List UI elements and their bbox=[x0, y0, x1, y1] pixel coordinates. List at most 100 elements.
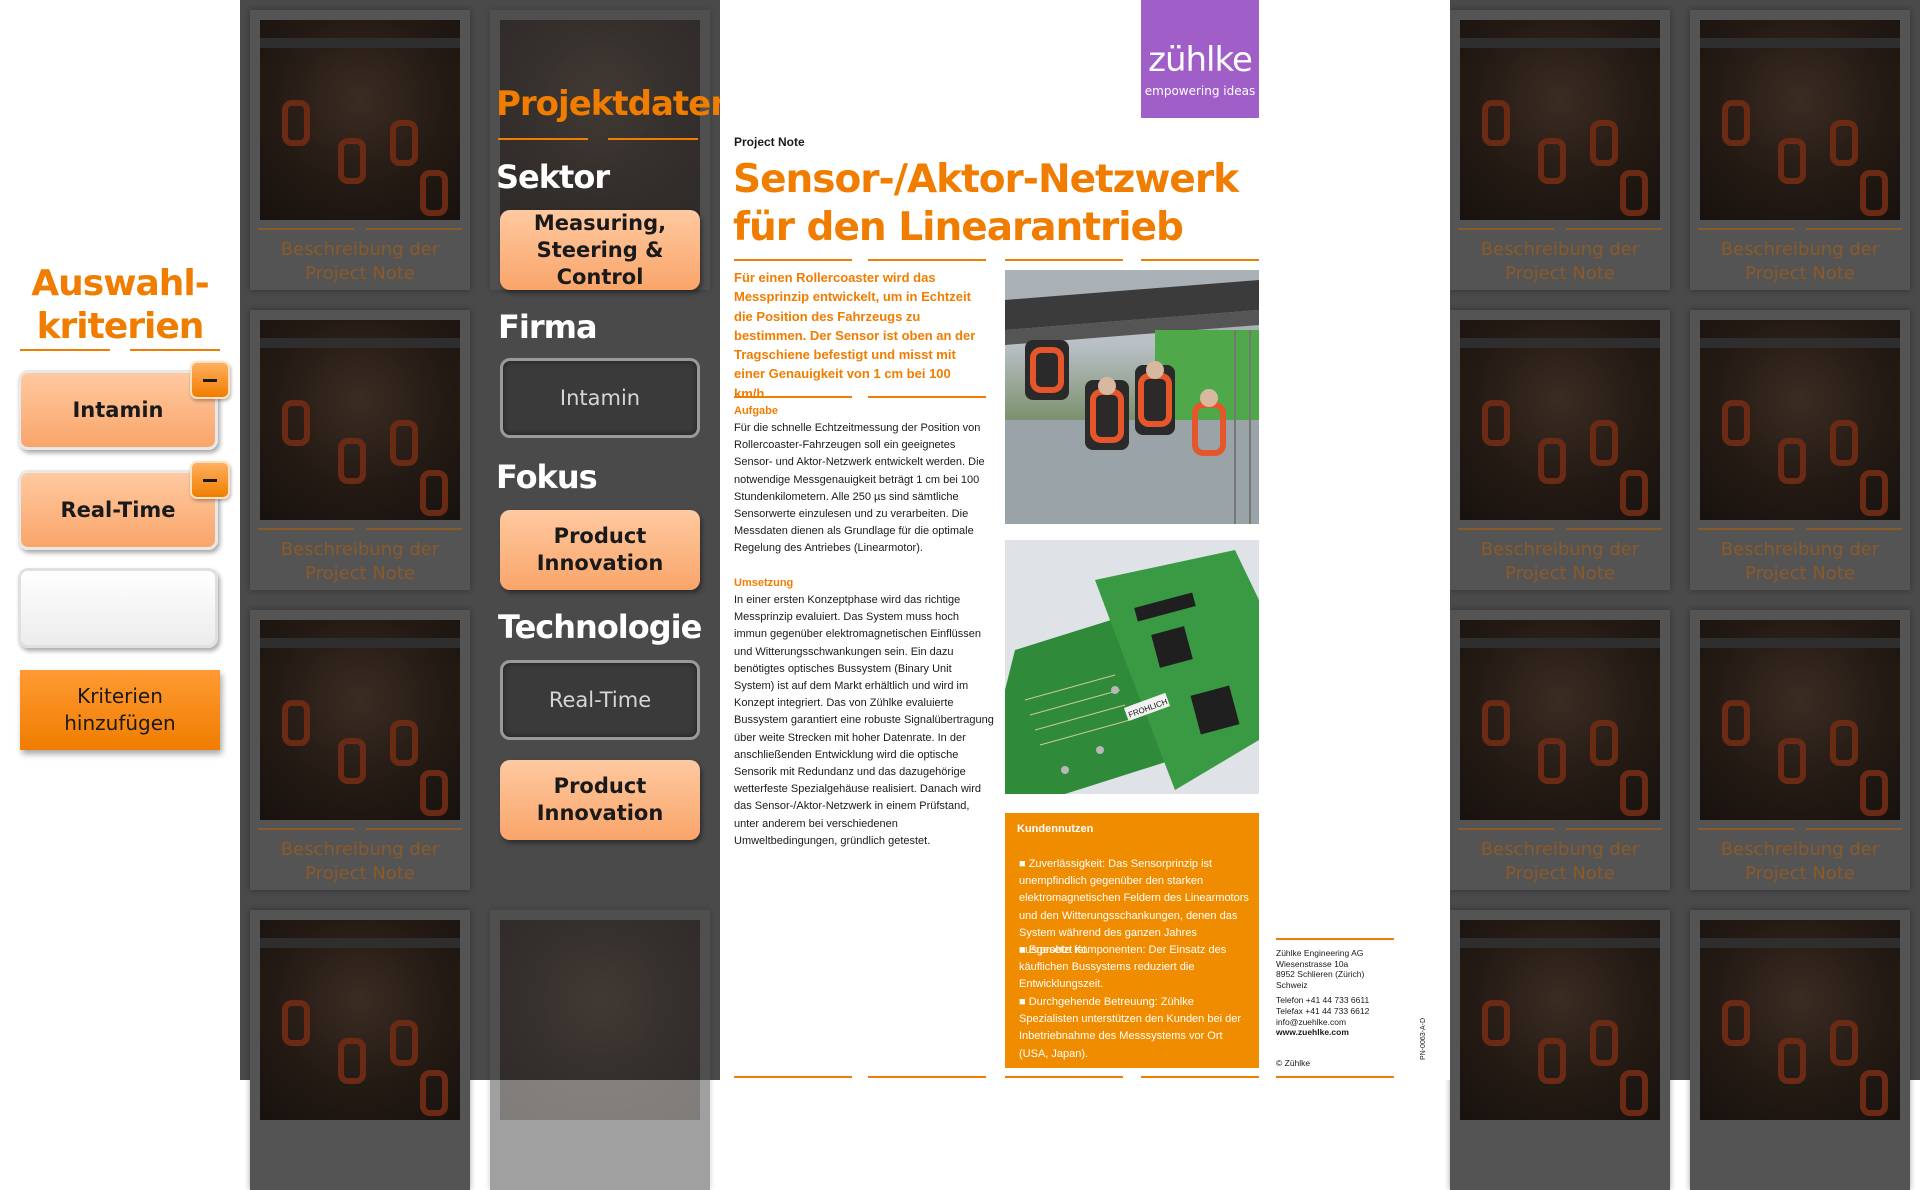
tile-caption-line2: Project Note bbox=[305, 863, 415, 884]
remove-criterion-real-time-button[interactable] bbox=[190, 461, 230, 499]
minus-icon bbox=[203, 478, 217, 482]
umsetzung-heading: Umsetzung bbox=[734, 577, 794, 589]
tile-rule bbox=[1698, 828, 1794, 830]
address-company: Zühlke Engineering AG bbox=[1276, 948, 1364, 958]
criterion-label: Real-Time bbox=[60, 498, 176, 522]
project-thumbnail bbox=[1460, 920, 1660, 1120]
project-tile[interactable]: Beschreibung derProject Note bbox=[1450, 910, 1670, 1190]
tile-caption: Beschreibung der Project Note bbox=[250, 238, 470, 286]
tile-rule bbox=[366, 528, 462, 530]
doc-rule bbox=[734, 259, 852, 261]
doc-rule bbox=[1005, 1076, 1123, 1078]
empty-criterion-slot[interactable] bbox=[18, 568, 218, 648]
focus-value-button[interactable]: Product Innovation bbox=[500, 510, 700, 590]
criteria-panel: Auswahl- kriterien Intamin Real-Time Kri… bbox=[0, 0, 240, 1080]
criterion-intamin[interactable]: Intamin bbox=[18, 370, 218, 450]
document-code: PN-0063-A-D bbox=[1420, 1017, 1427, 1060]
company-value-button[interactable]: Intamin bbox=[500, 358, 700, 438]
kundennutzen-item-text: Durchgehende Betreuung: Zühlke Spezialis… bbox=[1019, 996, 1241, 1060]
circuit-board-photo: FROHLICH bbox=[1005, 540, 1259, 794]
tile-caption-line1: Beschreibung der bbox=[1480, 239, 1640, 260]
project-thumbnail bbox=[1460, 320, 1660, 520]
address-country: Schweiz bbox=[1276, 979, 1308, 990]
doc-rule bbox=[1005, 259, 1123, 261]
kundennutzen-item: ■ Durchgehende Betreuung: Zühlke Spezial… bbox=[1019, 994, 1251, 1063]
bullet-icon: ■ bbox=[1019, 858, 1029, 870]
sector-value-button[interactable]: Measuring, Steering & Control bbox=[500, 210, 700, 290]
bullet-icon: ■ bbox=[1019, 996, 1029, 1008]
project-tile[interactable]: Beschreibung derProject Note bbox=[250, 610, 470, 890]
project-thumbnail bbox=[260, 320, 460, 520]
add-button-line2: hinzufügen bbox=[64, 711, 176, 735]
rollercoaster-illustration bbox=[1005, 270, 1259, 524]
add-criteria-button[interactable]: Kriterien hinzufügen bbox=[20, 670, 220, 750]
criterion-real-time[interactable]: Real-Time bbox=[18, 470, 218, 550]
project-tile[interactable]: Beschreibung derProject Note bbox=[1450, 310, 1670, 590]
tile-rule bbox=[1806, 528, 1902, 530]
project-thumbnail bbox=[260, 920, 460, 1120]
project-tile[interactable]: Beschreibung derProject Note bbox=[250, 310, 470, 590]
criteria-heading-line1: Auswahl- bbox=[31, 263, 209, 304]
criteria-heading: Auswahl- kriterien bbox=[20, 262, 220, 348]
focus-value: Product Innovation bbox=[536, 524, 664, 575]
project-tile[interactable]: Beschreibung derProject Note bbox=[250, 910, 470, 1190]
project-thumbnail bbox=[1700, 920, 1900, 1120]
address-phone: Telefon +41 44 733 6611 bbox=[1276, 995, 1370, 1006]
copyright: © Zühlke bbox=[1276, 1058, 1311, 1068]
project-tile[interactable]: Beschreibung derProject Note bbox=[1450, 10, 1670, 290]
technology-value: Real-Time bbox=[548, 687, 652, 712]
sector-label: Sektor bbox=[496, 158, 610, 196]
project-data-panel: Projektdaten Sektor Measuring, Steering … bbox=[480, 0, 734, 1190]
heading-rule bbox=[20, 349, 110, 351]
aufgabe-heading: Aufgabe bbox=[734, 405, 778, 417]
address-email: info@zuehlke.com bbox=[1276, 1016, 1347, 1027]
technology-value: Product Innovation bbox=[536, 774, 664, 825]
document-kicker: Project Note bbox=[734, 135, 805, 149]
project-thumbnail bbox=[1700, 20, 1900, 220]
doc-rule bbox=[868, 396, 986, 398]
tile-rule bbox=[1566, 528, 1662, 530]
project-tile[interactable]: Beschreibung derProject Note bbox=[1690, 10, 1910, 290]
tile-rule bbox=[1458, 528, 1554, 530]
tile-caption-line1: Beschreibung der bbox=[1720, 839, 1880, 860]
doc-rule bbox=[1141, 259, 1259, 261]
doc-rule bbox=[1276, 938, 1394, 940]
address-fax: Telefax +41 44 733 6612 bbox=[1276, 1005, 1370, 1016]
kundennutzen-heading: Kundennutzen bbox=[1017, 823, 1094, 835]
technology-value-product-innovation-button[interactable]: Product Innovation bbox=[500, 760, 700, 840]
tile-caption-line1: Beschreibung der bbox=[1480, 839, 1640, 860]
remove-criterion-intamin-button[interactable] bbox=[190, 361, 230, 399]
project-tile[interactable]: Beschreibung derProject Note bbox=[1690, 310, 1910, 590]
umsetzung-text: In einer ersten Konzeptphase wird das ri… bbox=[734, 594, 994, 847]
project-tile[interactable]: Beschreibung derProject Note bbox=[1690, 610, 1910, 890]
project-tile[interactable]: Beschreibung derProject Note bbox=[1690, 910, 1910, 1190]
heading-rule bbox=[498, 138, 588, 140]
tile-caption-line2: Project Note bbox=[305, 263, 415, 284]
project-tile[interactable]: Beschreibung derProject Note bbox=[1450, 610, 1670, 890]
tile-caption-line1: Beschreibung der bbox=[1720, 539, 1880, 560]
criterion-label: Intamin bbox=[72, 398, 164, 422]
technology-value-real-time-button[interactable]: Real-Time bbox=[500, 660, 700, 740]
kundennutzen-item: ■ Erprobte Komponenten: Der Einsatz des … bbox=[1019, 942, 1251, 994]
project-tile[interactable]: Beschreibung derProject Note bbox=[250, 10, 470, 290]
minus-icon bbox=[203, 378, 217, 382]
tile-rule bbox=[258, 828, 354, 830]
kundennutzen-item-text: Erprobte Komponenten: Der Einsatz des kä… bbox=[1019, 944, 1227, 991]
tile-rule bbox=[366, 228, 462, 230]
company-address: Zühlke Engineering AG Wiesenstrasse 10a … bbox=[1276, 948, 1416, 1038]
address-street: Wiesenstrasse 10a bbox=[1276, 958, 1349, 969]
tile-caption-line2: Project Note bbox=[1745, 263, 1855, 284]
doc-rule bbox=[734, 396, 852, 398]
project-thumbnail bbox=[500, 920, 700, 1120]
heading-rule bbox=[130, 349, 220, 351]
project-thumbnail bbox=[1460, 620, 1660, 820]
rollercoaster-photo bbox=[1005, 270, 1259, 524]
doc-rule bbox=[868, 1076, 986, 1078]
tile-rule bbox=[366, 828, 462, 830]
project-thumbnail bbox=[1700, 620, 1900, 820]
tile-rule bbox=[1566, 228, 1662, 230]
tile-rule bbox=[258, 528, 354, 530]
focus-label: Fokus bbox=[496, 458, 598, 496]
tile-rule bbox=[1806, 828, 1902, 830]
sector-value: Measuring, Steering & Control bbox=[533, 210, 667, 289]
